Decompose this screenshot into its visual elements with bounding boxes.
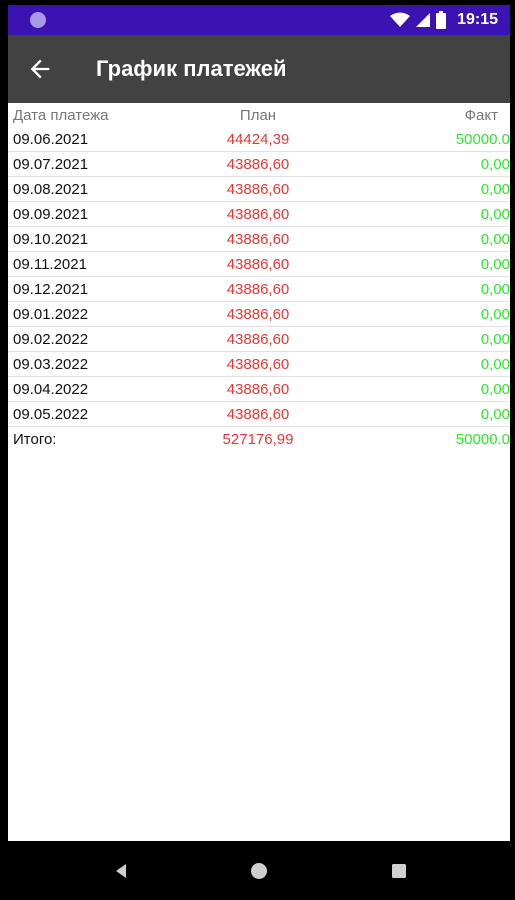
- page-title: График платежей: [96, 56, 287, 81]
- table-row: 09.08.2021 43886,60 0,00: [8, 177, 510, 202]
- column-header-fact: Факт: [464, 107, 498, 124]
- total-fact: 50000.0: [455, 431, 510, 448]
- column-header-plan: План: [239, 107, 277, 124]
- row-fact: 0,00: [480, 256, 510, 273]
- row-fact: 0,00: [480, 156, 510, 173]
- payment-schedule: Дата платежа План Факт 09.06.2021 44424,…: [8, 103, 510, 841]
- nav-home-button[interactable]: [249, 861, 269, 881]
- table-row: 09.09.2021 43886,60 0,00: [8, 202, 510, 227]
- row-plan: 43886,60: [226, 331, 290, 348]
- row-date: 09.09.2021: [13, 206, 89, 223]
- phone-screen: 19:15 График платежей Дата платежа План …: [8, 0, 510, 900]
- table-row: 09.06.2021 44424,39 50000.0: [8, 127, 510, 152]
- row-plan: 43886,60: [226, 231, 290, 248]
- nav-recents-icon: [392, 864, 406, 878]
- row-plan: 43886,60: [226, 181, 290, 198]
- row-fact: 0,00: [480, 306, 510, 323]
- row-fact: 0,00: [480, 281, 510, 298]
- row-plan: 43886,60: [226, 206, 290, 223]
- row-fact: 0,00: [480, 181, 510, 198]
- table-header: Дата платежа План Факт: [8, 103, 510, 127]
- row-date: 09.05.2022: [13, 406, 89, 423]
- row-date: 09.12.2021: [13, 281, 89, 298]
- row-plan: 43886,60: [226, 356, 290, 373]
- table-row: 09.02.2022 43886,60 0,00: [8, 327, 510, 352]
- nav-back-button[interactable]: [112, 861, 132, 881]
- row-plan: 44424,39: [226, 131, 290, 148]
- nav-home-icon: [251, 863, 267, 879]
- signal-icon: [416, 13, 431, 27]
- row-date: 09.10.2021: [13, 231, 89, 248]
- row-fact: 0,00: [480, 356, 510, 373]
- system-nav-bar: [8, 841, 510, 900]
- row-plan: 43886,60: [226, 281, 290, 298]
- total-label: Итого:: [13, 431, 57, 448]
- row-plan: 43886,60: [226, 156, 290, 173]
- table-row: 09.07.2021 43886,60 0,00: [8, 152, 510, 177]
- row-fact: 0,00: [480, 231, 510, 248]
- row-date: 09.07.2021: [13, 156, 89, 173]
- table-row: 09.05.2022 43886,60 0,00: [8, 402, 510, 427]
- row-fact: 0,00: [480, 381, 510, 398]
- row-date: 09.06.2021: [13, 131, 89, 148]
- nav-recents-button[interactable]: [389, 861, 409, 881]
- row-date: 09.08.2021: [13, 181, 89, 198]
- total-row: Итого: 527176,99 50000.0: [8, 427, 510, 452]
- row-plan: 43886,60: [226, 256, 290, 273]
- table-row: 09.01.2022 43886,60 0,00: [8, 302, 510, 327]
- battery-icon: [436, 11, 447, 29]
- row-fact: 0,00: [480, 406, 510, 423]
- notification-dot-icon: [30, 12, 46, 28]
- row-fact: 0,00: [480, 331, 510, 348]
- row-date: 09.11.2021: [13, 256, 87, 273]
- table-row: 09.10.2021 43886,60 0,00: [8, 227, 510, 252]
- table-row: 09.03.2022 43886,60 0,00: [8, 352, 510, 377]
- status-time: 19:15: [457, 11, 498, 28]
- row-fact: 0,00: [480, 206, 510, 223]
- table-row: 09.04.2022 43886,60 0,00: [8, 377, 510, 402]
- table-row: 09.12.2021 43886,60 0,00: [8, 277, 510, 302]
- row-date: 09.02.2022: [13, 331, 89, 348]
- row-plan: 43886,60: [226, 406, 290, 423]
- arrow-left-icon: [30, 59, 50, 79]
- app-bar: График платежей: [8, 35, 510, 103]
- row-date: 09.01.2022: [13, 306, 89, 323]
- status-icons: 19:15: [390, 5, 498, 35]
- table-row: 09.11.2021 43886,60 0,00: [8, 252, 510, 277]
- status-bar: 19:15: [8, 5, 510, 35]
- row-plan: 43886,60: [226, 381, 290, 398]
- row-fact: 50000.0: [455, 131, 510, 148]
- row-date: 09.03.2022: [13, 356, 89, 373]
- total-plan: 527176,99: [222, 431, 294, 448]
- column-header-date: Дата платежа: [13, 107, 109, 124]
- nav-back-icon: [116, 864, 126, 878]
- back-button[interactable]: [26, 55, 54, 83]
- row-plan: 43886,60: [226, 306, 290, 323]
- wifi-icon: [390, 12, 411, 27]
- row-date: 09.04.2022: [13, 381, 89, 398]
- payment-table: Дата платежа План Факт 09.06.2021 44424,…: [8, 103, 510, 452]
